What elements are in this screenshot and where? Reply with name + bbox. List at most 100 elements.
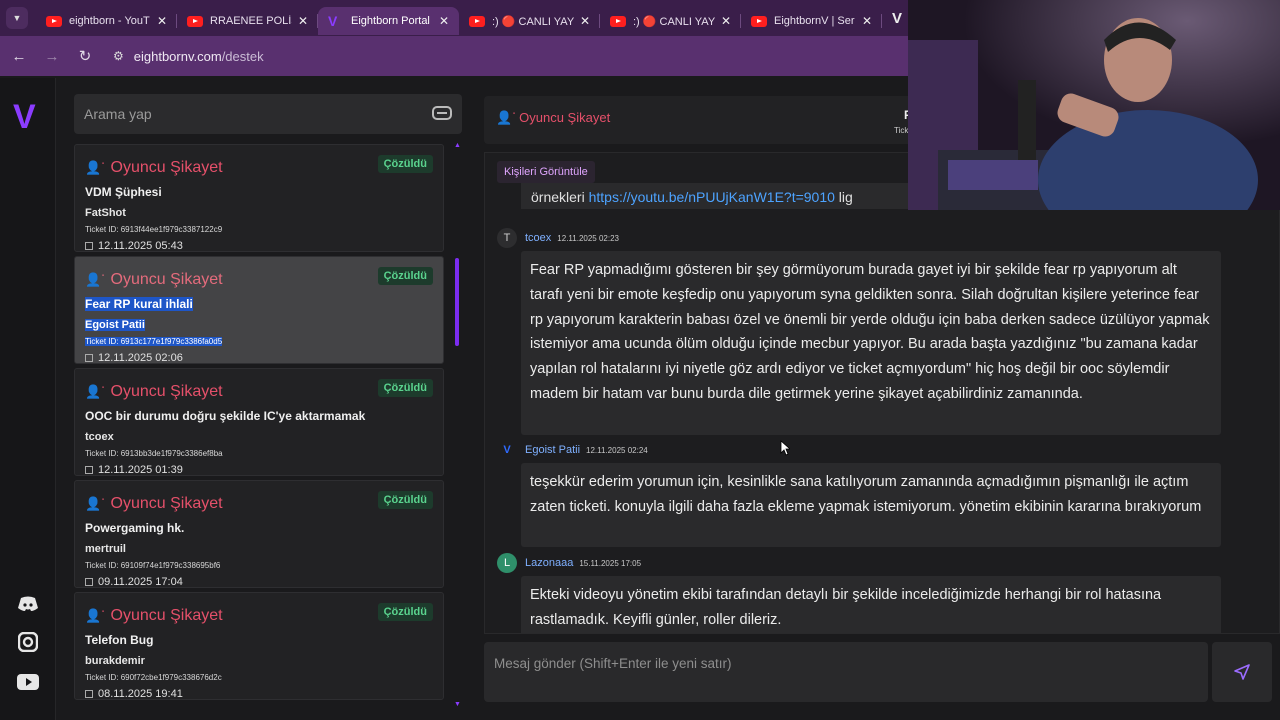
ticket-date-text: 12.11.2025 02:06: [98, 352, 183, 364]
ticket-category: 👤ᐝ Oyuncu Şikayet: [85, 495, 223, 513]
avatar[interactable]: V: [497, 440, 517, 460]
scrollbar-thumb[interactable]: [455, 258, 459, 346]
view-people-button[interactable]: Kişileri Görüntüle: [497, 161, 595, 183]
tab-separator: [881, 14, 882, 28]
ticket-id: Ticket ID: 6913f44ee1f979c3387122c9: [85, 225, 223, 234]
discord-icon[interactable]: [16, 594, 40, 614]
browser-tab[interactable]: V Eightborn Portal ✕: [318, 7, 459, 35]
tab-v-favicon[interactable]: V: [892, 10, 902, 27]
fragment-tail: lig: [834, 189, 853, 205]
browser-tab[interactable]: eightborn - YouT ✕: [36, 7, 177, 35]
ticket-date: 12.11.2025 01:39: [85, 464, 183, 476]
url-host: eightbornv.com: [133, 48, 222, 64]
ticket-subject: OOC bir durumu doğru şekilde IC'ye aktar…: [85, 409, 366, 423]
ticket-id: Ticket ID: 6913c177e1f979c3386fa0d5: [85, 337, 223, 346]
calendar-icon: [85, 690, 93, 698]
tab-search-chevron-icon[interactable]: ▼: [6, 7, 28, 29]
reload-icon[interactable]: ↻: [71, 47, 99, 65]
message-bubble: teşekkür ederim yorumun için, kesinlikle…: [521, 463, 1221, 547]
ticket-date-text: 08.11.2025 19:41: [98, 688, 183, 700]
browser-tab[interactable]: RRAENEE POLİS ✕: [177, 7, 318, 35]
message-author[interactable]: Egoist Patii: [525, 444, 580, 456]
ticket-date: 09.11.2025 17:04: [85, 576, 183, 588]
browser-tab[interactable]: :) 🔴 CANLI YAYI ✕: [459, 7, 600, 35]
message-author[interactable]: Lazonaaa: [525, 557, 573, 569]
ticket-card[interactable]: 👤ᐝ Oyuncu Şikayet Çözüldü VDM Şüphesi FatSho…: [74, 144, 444, 252]
search-input[interactable]: Arama yap: [74, 94, 462, 134]
site-settings-icon[interactable]: ⚙: [113, 49, 124, 63]
ticket-id: Ticket ID: 6913bb3de1f979c3386ef8ba: [85, 449, 223, 458]
eightborn-logo[interactable]: V: [13, 100, 36, 134]
youtube-favicon-icon: [187, 15, 203, 27]
address-bar[interactable]: eightbornv.com/destek: [134, 49, 264, 64]
ticket-category-label: Oyuncu Şikayet: [110, 271, 223, 288]
message-header: L Lazonaaa 15.11.2025 17:05: [497, 553, 641, 573]
close-tab-icon[interactable]: ✕: [862, 14, 872, 28]
ticket-date-text: 12.11.2025 01:39: [98, 464, 183, 476]
site-favicon-icon: V: [328, 13, 338, 29]
send-button[interactable]: [1212, 642, 1272, 702]
fragment-text: örnekleri: [531, 189, 589, 205]
close-tab-icon[interactable]: ✕: [721, 14, 731, 28]
ticket-user: mertruil: [85, 543, 126, 555]
ticket-category-label: Oyuncu Şikayet: [110, 495, 223, 512]
ticket-list-scrollbar[interactable]: ▲ ▼: [454, 142, 461, 708]
status-badge: Çözüldü: [377, 379, 433, 397]
chat-category: 👤ᐝ Oyuncu Şikayet: [496, 110, 610, 126]
close-tab-icon[interactable]: ✕: [439, 14, 449, 28]
tab-title: eightborn - YouT: [69, 15, 150, 27]
ticket-card[interactable]: 👤ᐝ Oyuncu Şikayet Çözüldü Telefon Bug burakd…: [74, 592, 444, 700]
screen: ▼ eightborn - YouT ✕ RRAENEE POLİS ✕ V Eightb…: [0, 0, 1280, 720]
fragment-link[interactable]: https://youtu.be/nPUUjKanW1E?t=9010: [589, 189, 835, 205]
ticket-card[interactable]: 👤ᐝ Oyuncu Şikayet Çözüldü OOC bir durumu do…: [74, 368, 444, 476]
youtube-favicon-icon: [610, 15, 626, 27]
user-warning-icon: 👤ᐝ: [85, 272, 105, 287]
scroll-down-icon[interactable]: ▼: [454, 701, 461, 708]
ticket-id: Ticket ID: 690f72cbe1f979c338676d2c: [85, 673, 222, 682]
browser-tab[interactable]: EightbornV | Ser ✕: [741, 7, 882, 35]
ticket-date-text: 09.11.2025 17:04: [98, 576, 183, 588]
ticket-category-label: Oyuncu Şikayet: [110, 159, 223, 176]
ticket-user: tcoex: [85, 431, 114, 443]
avatar[interactable]: L: [497, 553, 517, 573]
instagram-icon[interactable]: [16, 632, 40, 652]
ticket-user: Egoist Patii: [85, 319, 145, 331]
tab-title: :) 🔴 CANLI YAYI: [633, 15, 715, 28]
close-tab-icon[interactable]: ✕: [298, 14, 308, 28]
forward-arrow-icon[interactable]: →: [38, 48, 66, 65]
message-time: 12.11.2025 02:23: [557, 233, 619, 243]
youtube-icon[interactable]: [16, 672, 40, 692]
user-warning-icon: 👤ᐝ: [85, 608, 105, 623]
tab-title: RRAENEE POLİS: [210, 15, 292, 27]
mouse-cursor: [780, 440, 792, 461]
avatar[interactable]: T: [497, 228, 517, 248]
message-input[interactable]: Mesaj gönder (Shift+Enter ile yeni satır…: [484, 642, 1208, 702]
message-header: Ttcoex 12.11.2025 02:23: [497, 228, 619, 248]
calendar-icon: [85, 242, 93, 250]
ticket-category: 👤ᐝ Oyuncu Şikayet: [85, 159, 223, 177]
back-arrow-icon[interactable]: ←: [5, 48, 33, 65]
composer-placeholder: Mesaj gönder (Shift+Enter ile yeni satır…: [494, 656, 732, 671]
search-placeholder: Arama yap: [84, 106, 152, 122]
close-tab-icon[interactable]: ✕: [157, 14, 167, 28]
message-time: 15.11.2025 17:05: [579, 558, 642, 568]
send-icon: [1234, 664, 1250, 680]
ticket-user: burakdemir: [85, 655, 145, 667]
youtube-favicon-icon: [46, 15, 62, 27]
filter-icon[interactable]: [432, 106, 452, 120]
message-author[interactable]: tcoex: [525, 232, 551, 244]
scroll-up-icon[interactable]: ▲: [454, 142, 461, 149]
calendar-icon: [85, 578, 93, 586]
message-list: örnekleri https://youtu.be/nPUUjKanW1E?t…: [484, 152, 1280, 634]
ticket-subject: Telefon Bug: [85, 633, 154, 647]
ticket-card[interactable]: 👤ᐝ Oyuncu Şikayet Çözüldü Fear RP kural ihl…: [74, 256, 444, 364]
ticket-category-label: Oyuncu Şikayet: [110, 383, 223, 400]
user-warning-icon: 👤ᐝ: [496, 110, 516, 125]
ticket-category-label: Oyuncu Şikayet: [110, 607, 223, 624]
browser-tab[interactable]: :) 🔴 CANLI YAYI ✕: [600, 7, 741, 35]
url-path: /destek: [221, 48, 264, 64]
ticket-card[interactable]: 👤ᐝ Oyuncu Şikayet Çözüldü Powergaming hk. me…: [74, 480, 444, 588]
close-tab-icon[interactable]: ✕: [580, 14, 590, 28]
status-badge: Çözüldü: [377, 155, 433, 173]
message-header: V Egoist Patii 12.11.2025 02:24: [497, 440, 647, 460]
